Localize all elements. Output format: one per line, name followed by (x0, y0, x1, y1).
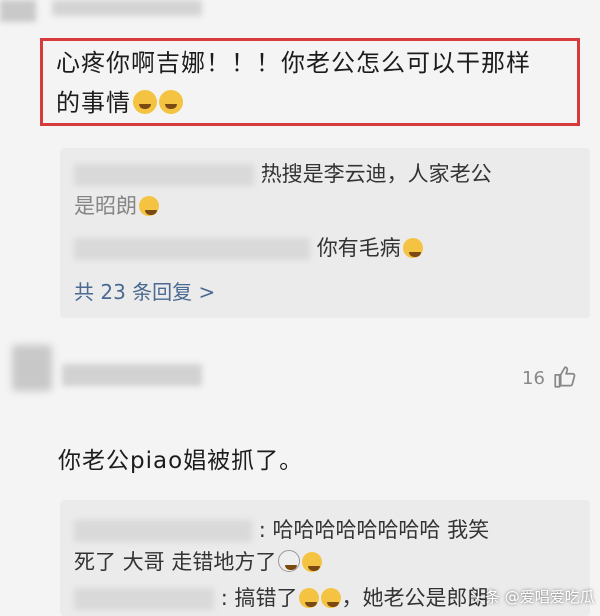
more-replies-link[interactable]: 共 23 条回复 > (74, 276, 215, 305)
reply-1-text: 热搜是李云迪，人家老公 (260, 162, 492, 186)
avatar[interactable] (12, 345, 52, 391)
crying-emoji-icon (133, 90, 157, 114)
reply-4-tail: ，她老公是郎朗 (341, 586, 489, 610)
reply-username-blurred (74, 520, 252, 542)
comment-line-1: 心疼你啊吉娜！！！你老公怎么可以干那样 (56, 49, 531, 77)
reply-3-text-2: 死了 大哥 走错地方了 (74, 550, 277, 574)
reply-3-text: : 哈哈哈哈哈哈哈哈 我笑 (258, 518, 490, 542)
laughing-emoji-icon (139, 196, 159, 216)
reply-2-text: 你有毛病 (316, 236, 401, 260)
avatar-top (0, 0, 36, 22)
thumbs-up-icon[interactable] (552, 364, 578, 390)
like-count: 16 (522, 368, 545, 389)
reply-2: 你有毛病 (74, 232, 423, 262)
reply-3: : 哈哈哈哈哈哈哈哈 我笑 (74, 514, 489, 544)
reply-username-blurred (74, 588, 214, 610)
reply-username-blurred (74, 164, 254, 186)
username-blurred[interactable] (62, 364, 202, 386)
comment-line-2-text: 的事情 (56, 89, 131, 117)
comment-2-text: 你老公piao娼被抓了。 (58, 448, 304, 474)
laughing-emoji-icon (402, 238, 423, 258)
reply-1-cont: 是昭朗 (74, 190, 159, 220)
laughing-emoji-icon (302, 552, 323, 572)
reply-3-cont: 死了 大哥 走错地方了 (74, 546, 323, 576)
reply-username-blurred (74, 238, 310, 260)
panda-emoji-icon (278, 550, 301, 572)
username-top-blurred (52, 0, 202, 16)
comment-line-2: 的事情 (56, 82, 183, 124)
reply-1-text-2: 是昭朗 (74, 194, 137, 218)
laughing-emoji-icon (299, 588, 320, 608)
laughing-emoji-icon (321, 588, 342, 608)
reply-4-text: : 搞错了 (220, 586, 298, 610)
reply-4: : 搞错了 ，她老公是郎朗 (74, 582, 488, 612)
watermark: 头条 @爱唱爱吃瓜 (470, 588, 595, 606)
reply-1: 热搜是李云迪，人家老公 (74, 158, 492, 188)
crying-emoji-icon (159, 90, 183, 114)
